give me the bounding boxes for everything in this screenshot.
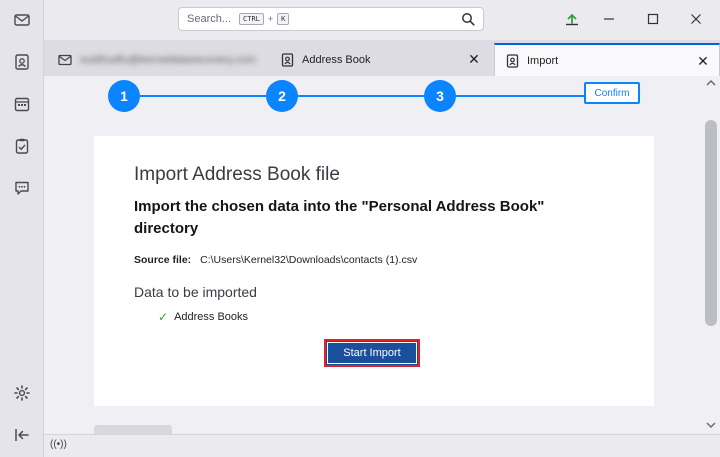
gear-icon: [14, 385, 30, 401]
step-connector: [298, 95, 424, 97]
minimize-button[interactable]: [595, 8, 623, 30]
spaces-toolbar: [0, 0, 44, 457]
shortcut-key-ctrl: CTRL: [239, 13, 264, 25]
status-bar: ((•)): [44, 434, 720, 457]
back-button[interactable]: [94, 425, 172, 434]
page-title: Import Address Book file: [134, 164, 340, 185]
calendar-space-button[interactable]: [9, 91, 35, 117]
list-item: ✓ Address Books: [158, 310, 248, 324]
close-icon: [691, 14, 701, 24]
step-indicator: 1 2 3 Confirm: [44, 76, 702, 116]
import-icon: [505, 53, 519, 68]
collapse-left-icon: [15, 429, 29, 441]
confirm-step-label: Confirm: [584, 82, 640, 104]
tab-import-label: Import: [527, 54, 559, 67]
collapse-toolbar-button[interactable]: [9, 422, 35, 448]
address-book-icon: [280, 52, 294, 67]
data-to-import-heading: Data to be imported: [134, 284, 257, 300]
source-file-row: Source file: C:\Users\Kernel32\Downloads…: [134, 254, 417, 266]
step-1: 1: [108, 80, 140, 112]
search-input[interactable]: Search... CTRL + K: [178, 7, 484, 31]
scroll-down-icon[interactable]: [706, 421, 716, 429]
tab-address-book-label: Address Book: [302, 53, 371, 66]
source-file-label: Source file:: [134, 254, 192, 266]
step-2: 2: [266, 80, 298, 112]
import-description: Import the chosen data into the "Persona…: [134, 198, 545, 237]
step-connector: [456, 95, 586, 97]
data-item-label: Address Books: [174, 311, 249, 323]
import-summary-card: Import Address Book file Import the chos…: [94, 136, 654, 406]
update-arrow-icon: [566, 13, 578, 26]
search-placeholder: Search...: [187, 13, 232, 25]
tasks-space-button[interactable]: [9, 133, 35, 159]
address-book-icon: [15, 54, 29, 70]
maximize-icon: [647, 13, 659, 25]
tab-address-book[interactable]: Address Book ✕: [270, 43, 490, 76]
calendar-icon: [14, 97, 30, 112]
check-icon: ✓: [158, 310, 169, 324]
unified-toolbar-button[interactable]: [558, 8, 586, 30]
connection-status-icon[interactable]: ((•)): [50, 439, 67, 450]
shortcut-plus: +: [267, 14, 274, 24]
envelope-icon: [58, 53, 72, 67]
chat-icon: [15, 181, 29, 195]
vertical-scrollbar[interactable]: [702, 76, 720, 434]
minimize-icon: [604, 18, 614, 20]
source-file-path: C:\Users\Kernel32\Downloads\contacts (1)…: [200, 254, 418, 266]
start-import-button[interactable]: Start Import: [324, 339, 420, 367]
title-bar: Search... CTRL + K: [44, 0, 720, 40]
tab-mail[interactable]: sutdhudfu@kerneldatarecovery.com: [48, 43, 266, 76]
step-connector: [140, 95, 266, 97]
scrollbar-thumb[interactable]: [705, 120, 717, 326]
step-3: 3: [424, 80, 456, 112]
scroll-up-icon[interactable]: [706, 79, 716, 87]
import-content: 1 2 3 Confirm Import Address Book file I…: [44, 76, 702, 434]
mail-space-button[interactable]: [9, 7, 35, 33]
tab-address-book-close-icon[interactable]: ✕: [466, 51, 482, 67]
tasks-icon: [15, 138, 29, 154]
tab-mail-label: sutdhudfu@kerneldatarecovery.com: [80, 53, 257, 66]
maximize-button[interactable]: [639, 8, 667, 30]
chat-space-button[interactable]: [9, 175, 35, 201]
mail-icon: [14, 14, 30, 26]
tab-strip: sutdhudfu@kerneldatarecovery.com Address…: [44, 40, 720, 76]
shortcut-key-k: K: [277, 13, 290, 25]
search-icon[interactable]: [461, 12, 475, 26]
close-window-button[interactable]: [682, 8, 710, 30]
tab-import[interactable]: Import ✕: [494, 43, 720, 76]
address-book-space-button[interactable]: [9, 49, 35, 75]
tab-import-close-icon[interactable]: ✕: [695, 53, 711, 69]
settings-button[interactable]: [9, 380, 35, 406]
